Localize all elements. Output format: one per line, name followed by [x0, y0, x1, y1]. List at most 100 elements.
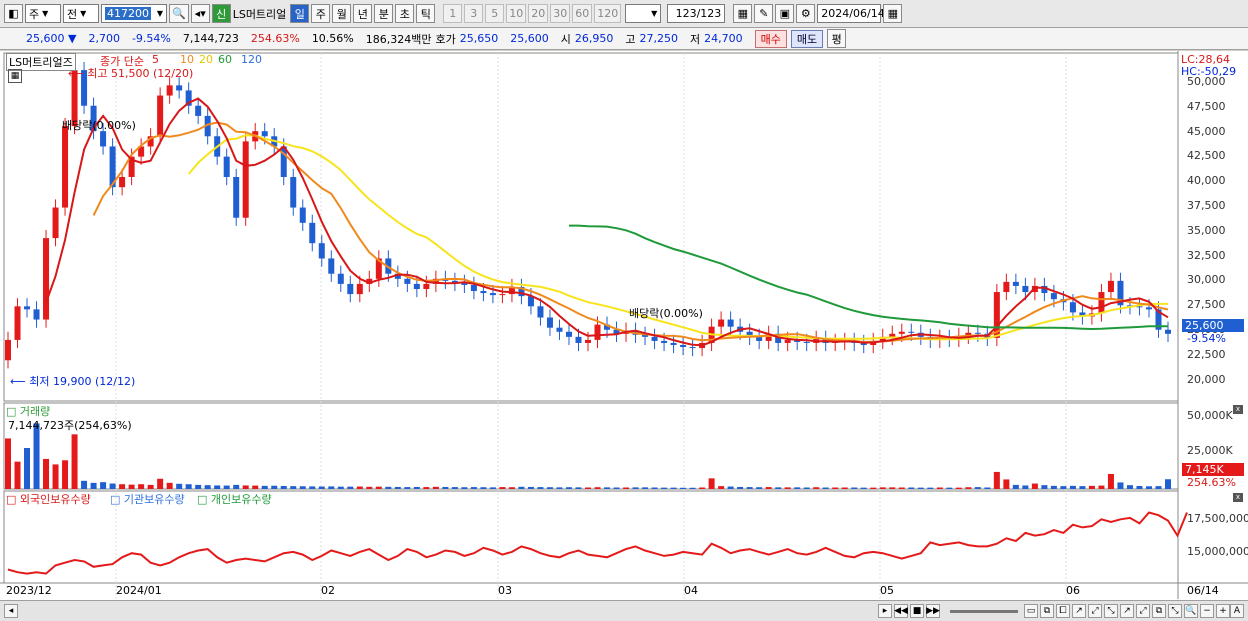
first-page-icon[interactable]: ◀◀	[894, 604, 908, 618]
sound-icon[interactable]: ◂▾	[190, 4, 210, 23]
period-select[interactable]: 주 ▼	[25, 4, 61, 23]
retail-holdings-legend-text: 개인보유수량	[210, 493, 272, 506]
draw-tool-icon[interactable]: ✎	[754, 4, 774, 23]
period-tab-0[interactable]: 일	[290, 4, 310, 23]
volume-bar	[157, 478, 164, 489]
high-price: 27,250	[639, 32, 679, 45]
last-page-icon[interactable]: ▶▶	[926, 604, 940, 618]
volume-bar	[623, 487, 630, 489]
volume-bar	[756, 487, 763, 489]
zoom-slider[interactable]	[950, 610, 1018, 613]
interval-button-120[interactable]: 120	[594, 4, 622, 23]
tool-icon-4[interactable]: ↗	[1072, 604, 1086, 618]
holdings-tick-top: 17,500,000	[1187, 512, 1248, 525]
tool-icon-8[interactable]: ⤢	[1136, 604, 1150, 618]
code-input[interactable]: 417200 ▼	[101, 4, 167, 23]
sell-button[interactable]: 매도	[790, 29, 824, 48]
chart-area[interactable]: LS머트리얼즈 종가 단순 5 10 20 60 120 ▦ ⟵ 최고 51,5…	[0, 51, 1248, 621]
low-label: 저	[690, 32, 701, 46]
volume-bar	[518, 486, 525, 489]
period-tab-4[interactable]: 분	[374, 4, 394, 23]
interval-dropdown[interactable]: ▼	[625, 4, 662, 23]
candle-body	[974, 332, 981, 334]
volume-bar	[43, 458, 50, 489]
interval-button-3[interactable]: 3	[464, 4, 484, 23]
interval-button-20[interactable]: 20	[528, 4, 549, 23]
volume-bar	[718, 486, 725, 489]
scroll-left-icon[interactable]: ◂	[4, 604, 18, 618]
holdings-panel-close-icon[interactable]: x	[1233, 493, 1243, 502]
tool-icon-1[interactable]: ▭	[1024, 604, 1038, 618]
tool-icon-7[interactable]: ↗	[1120, 604, 1134, 618]
volume-bar	[613, 487, 620, 489]
candle-body	[242, 141, 249, 218]
volume-bar	[366, 486, 373, 489]
volume-bar	[708, 478, 715, 489]
current-price: 25,600 ▼	[26, 32, 77, 45]
volume-bar	[803, 487, 810, 489]
tool-icon-10[interactable]: ⤡	[1168, 604, 1182, 618]
market-select[interactable]: 전 ▼	[63, 4, 99, 23]
candle-body	[803, 341, 810, 343]
institution-holdings-legend-text: 기관보유수량	[123, 493, 185, 506]
eval-button[interactable]: 평	[827, 29, 847, 48]
volume-bar	[908, 487, 915, 489]
volume-bar	[1050, 485, 1057, 489]
interval-button-30[interactable]: 30	[550, 4, 571, 23]
zoom-in-icon[interactable]: +	[1216, 604, 1230, 618]
buy-button[interactable]: 매수	[754, 29, 787, 48]
volume-bar	[328, 486, 335, 489]
volume-bar	[537, 487, 544, 489]
table-toggle-icon[interactable]: ▦	[8, 69, 22, 83]
tool-icon-9[interactable]: ⧉	[1152, 604, 1166, 618]
volume-bar	[984, 487, 991, 489]
font-size-icon[interactable]: A	[1230, 604, 1244, 618]
period-tab-6[interactable]: 틱	[416, 4, 436, 23]
zoom-out-icon[interactable]: −	[1200, 604, 1214, 618]
period-tab-1[interactable]: 주	[311, 4, 331, 23]
interval-button-5[interactable]: 5	[485, 4, 505, 23]
volume-bar	[727, 486, 734, 489]
tool-icon-2[interactable]: ⧉	[1040, 604, 1054, 618]
stop-icon[interactable]: ■	[910, 604, 924, 618]
tool-icon-5[interactable]: ⤢	[1088, 604, 1102, 618]
period-tab-2[interactable]: 월	[332, 4, 352, 23]
chart-svg[interactable]	[0, 51, 1248, 621]
volume-bar	[271, 485, 278, 489]
volume-panel-close-icon[interactable]: x	[1233, 405, 1243, 414]
count-input[interactable]: 123/123	[667, 4, 726, 23]
volume-bar	[470, 487, 477, 489]
save-icon[interactable]: ▣	[775, 4, 795, 23]
interval-button-60[interactable]: 60	[572, 4, 593, 23]
period-tab-3[interactable]: 년	[353, 4, 373, 23]
grid-icon[interactable]: ▦	[733, 4, 753, 23]
volume-bar	[81, 480, 88, 489]
tool-icon-6[interactable]: ⤡	[1104, 604, 1118, 618]
volume-bar	[794, 487, 801, 489]
volume-bar	[52, 464, 59, 489]
window-menu-icon[interactable]: ◧	[4, 4, 23, 23]
holdings-tick-bottom: 15,000,000	[1187, 545, 1248, 558]
period-tab-5[interactable]: 초	[395, 4, 415, 23]
volume-bar	[147, 484, 154, 489]
scroll-right-icon[interactable]: ▸	[878, 604, 892, 618]
gear-icon[interactable]: ⚙	[796, 4, 816, 23]
low-note: ⟵ 최저 19,900 (12/12)	[10, 375, 136, 388]
search-icon[interactable]: 🔍	[169, 4, 189, 23]
tool-icon-3[interactable]: ⧠	[1056, 604, 1070, 618]
volume-bar	[1022, 485, 1029, 489]
volume-bar	[280, 485, 287, 489]
zoom-search-icon[interactable]: 🔍	[1184, 604, 1198, 618]
retail-holdings-legend: □ 개인보유수량	[197, 493, 272, 506]
interval-button-1[interactable]: 1	[443, 4, 463, 23]
volume-bar	[100, 482, 107, 489]
interval-button-10[interactable]: 10	[506, 4, 527, 23]
price-tick: 37,500	[1187, 199, 1226, 212]
calendar-icon[interactable]: ▦	[883, 4, 903, 23]
volume-bar	[746, 487, 753, 489]
count-total: /123	[696, 7, 722, 20]
volume-bar	[1069, 485, 1076, 489]
date-input[interactable]: 2024/06/14	[817, 4, 885, 23]
volume-bar	[423, 487, 430, 489]
volume-bar	[1126, 485, 1133, 489]
